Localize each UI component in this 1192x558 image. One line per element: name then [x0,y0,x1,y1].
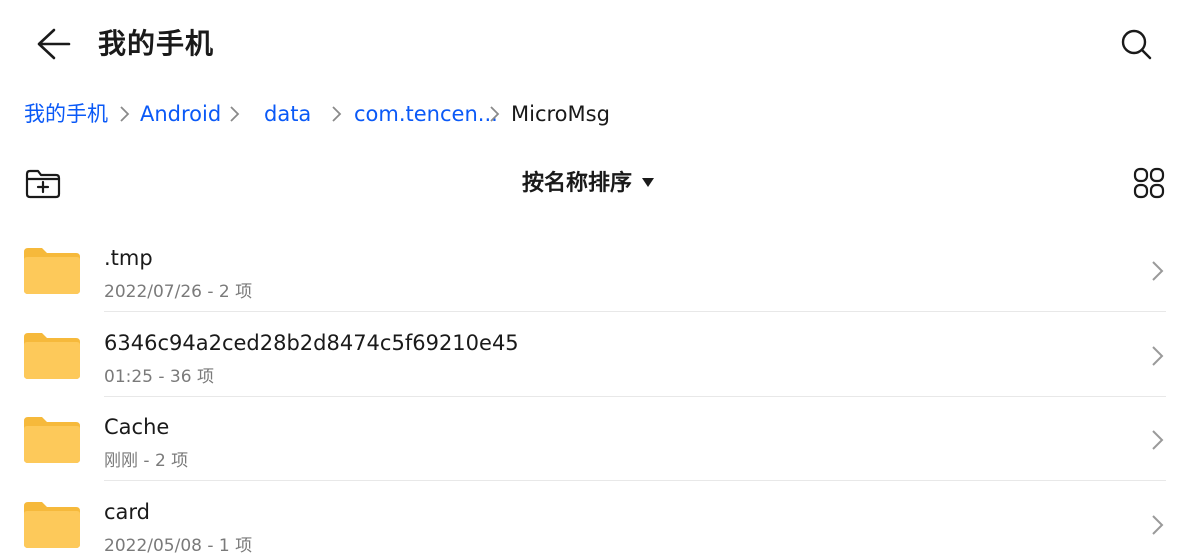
breadcrumb: 我的手机 Android data com.tencen... MicroMsg [24,98,644,130]
file-meta: 2022/05/08 - 1 项 [104,536,253,556]
breadcrumb-item-android[interactable]: Android [140,98,221,130]
view-toggle-button[interactable] [1132,166,1166,200]
back-button[interactable] [34,26,74,62]
file-name: Cache [104,415,170,439]
list-item[interactable]: 6346c94a2ced28b2d8474c5f69210e45 01:25 -… [0,325,1192,409]
folder-icon [24,502,80,548]
list-item[interactable]: .tmp 2022/07/26 - 2 项 [0,240,1192,324]
new-folder-button[interactable] [24,168,62,200]
file-list: .tmp 2022/07/26 - 2 项 6346c94a2ced28b2d8… [0,240,1192,556]
folder-icon [24,333,80,379]
chevron-right-icon [230,106,240,122]
chevron-right-icon [1152,430,1164,450]
breadcrumb-item-data[interactable]: data [264,98,311,130]
sort-dropdown[interactable]: 按名称排序 [522,168,655,200]
search-button[interactable] [1118,26,1154,62]
file-meta: 2022/07/26 - 2 项 [104,282,253,302]
list-item[interactable]: Cache 刚刚 - 2 项 [0,409,1192,493]
sort-label: 按名称排序 [522,171,633,196]
breadcrumb-item-com-tencent[interactable]: com.tencen... [354,98,498,130]
chevron-right-icon [120,106,130,122]
folder-add-icon [25,169,61,199]
list-item[interactable]: card 2022/05/08 - 1 项 [0,494,1192,556]
file-name: .tmp [104,246,153,270]
page-title: 我的手机 [98,27,215,60]
folder-icon [24,248,80,294]
grid-view-icon [1133,167,1165,199]
file-meta: 01:25 - 36 项 [104,367,214,387]
divider [104,396,1166,397]
divider [104,480,1166,481]
caret-down-icon [642,177,655,187]
chevron-right-icon [332,106,342,122]
file-name: 6346c94a2ced28b2d8474c5f69210e45 [104,331,519,355]
file-name: card [104,500,151,524]
search-icon [1121,29,1152,60]
chevron-right-icon [1152,346,1164,366]
folder-icon [24,417,80,463]
chevron-right-icon [490,106,500,122]
arrow-left-icon [37,28,71,60]
file-meta: 刚刚 - 2 项 [104,451,189,471]
breadcrumb-item-my-phone[interactable]: 我的手机 [24,98,108,130]
divider [104,311,1166,312]
chevron-right-icon [1152,261,1164,281]
chevron-right-icon [1152,515,1164,535]
breadcrumb-item-micromsg: MicroMsg [511,102,610,126]
